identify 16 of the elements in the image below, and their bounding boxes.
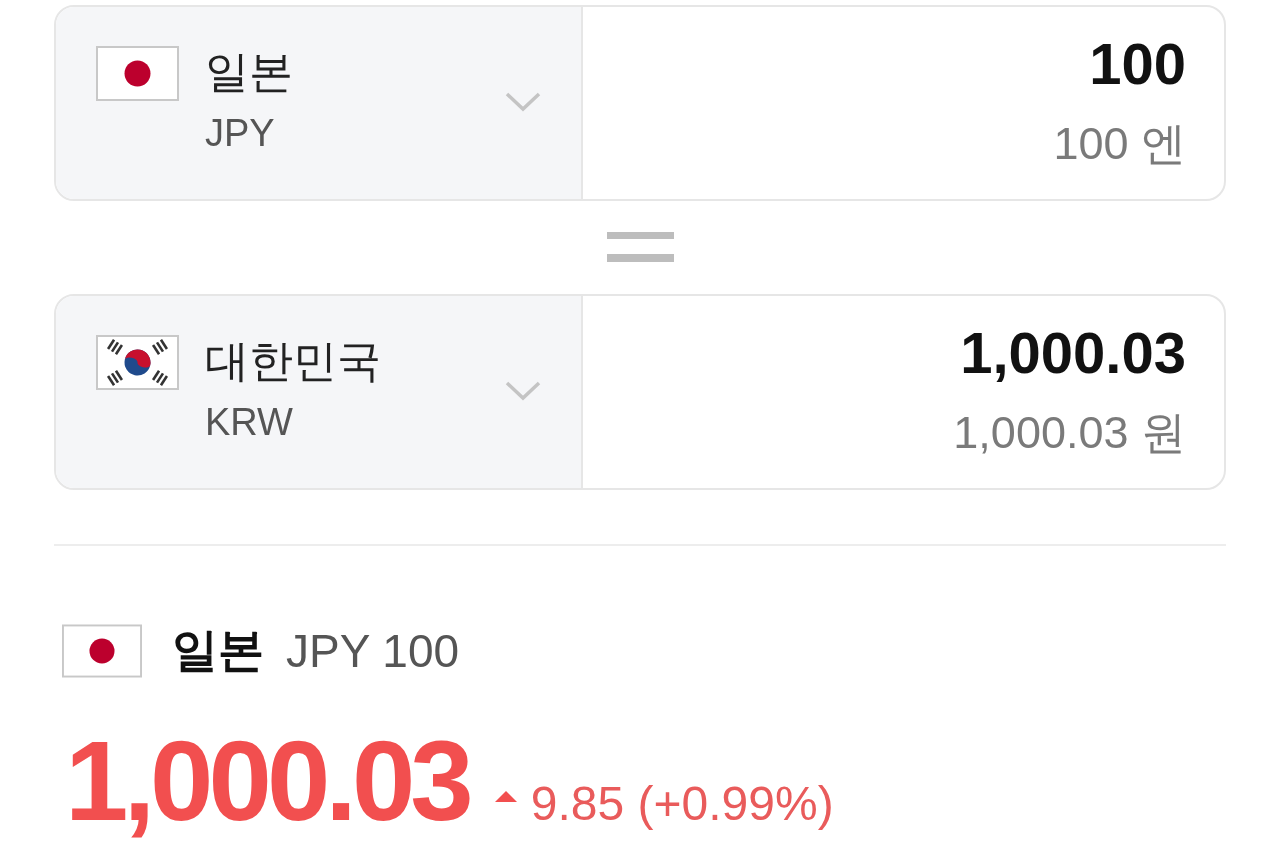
japan-flag-icon <box>96 46 179 101</box>
amount-input[interactable]: 1,000.03 <box>960 321 1186 385</box>
currency-select[interactable]: 일본 JPY <box>56 7 583 199</box>
chevron-down-icon <box>505 381 541 401</box>
currency-unit: JPY 100 <box>286 624 460 678</box>
equals-icon <box>606 232 674 262</box>
japan-flag-icon <box>62 623 142 679</box>
exchange-rate: 1,000.03 <box>65 724 469 838</box>
amount-input[interactable]: 100 <box>1089 32 1186 96</box>
amount-caption: 1,000.03 원 <box>953 406 1186 460</box>
rate-change: 9.85 (+0.99%) <box>530 776 834 831</box>
currency-name: 일본 <box>172 623 264 678</box>
amount-caption: 100 엔 <box>1053 117 1186 171</box>
currency-select[interactable]: 대한민국 KRW <box>56 296 583 488</box>
chevron-down-icon <box>505 92 541 112</box>
korea-flag-icon <box>96 335 179 390</box>
